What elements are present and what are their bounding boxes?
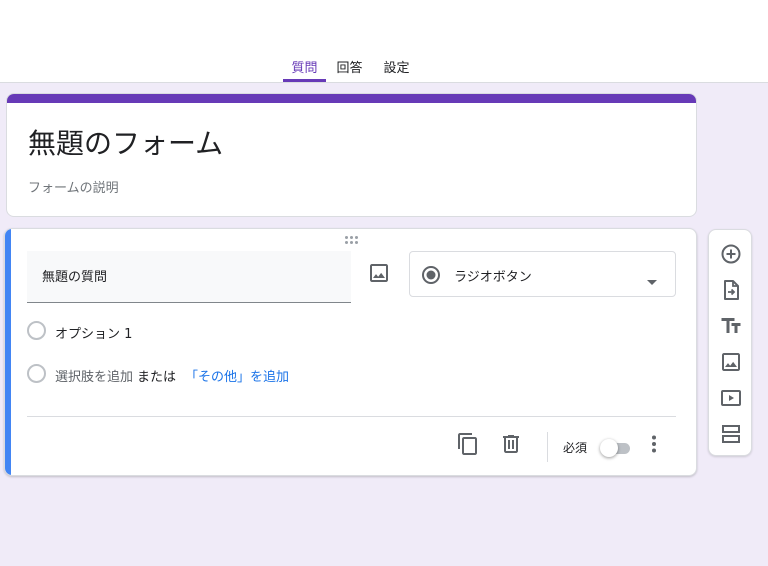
form-description-field[interactable]: フォームの説明 [28, 177, 119, 196]
import-questions-icon[interactable] [719, 278, 743, 302]
copy-icon[interactable] [456, 432, 480, 456]
question-type-label: ラジオボタン [454, 270, 532, 285]
add-option-link[interactable]: 選択肢を追加 [55, 366, 133, 385]
form-accent-bar [7, 94, 696, 103]
option-row: オプション 1 [27, 321, 227, 343]
add-question-icon[interactable] [719, 242, 743, 266]
add-image-icon[interactable] [367, 261, 391, 285]
chevron-down-icon [647, 271, 657, 285]
add-option-row: 選択肢を追加 または 「その他」を追加 [27, 364, 327, 386]
floating-toolbar [708, 229, 752, 456]
add-video-icon[interactable] [719, 386, 743, 410]
form-header-card: 無題のフォーム フォームの説明 [6, 93, 697, 217]
tab-responses[interactable]: 回答 [326, 48, 373, 82]
add-other-link[interactable]: 「その他」を追加 [185, 366, 289, 385]
footer-divider [27, 416, 676, 417]
add-image-icon[interactable] [719, 350, 743, 374]
option-radio-icon [27, 321, 46, 340]
more-vert-icon[interactable] [642, 432, 666, 456]
form-title-field[interactable]: 無題のフォーム [28, 122, 223, 162]
required-label: 必須 [563, 441, 588, 455]
tab-bar: 質問 回答 設定 [283, 48, 420, 82]
add-title-icon[interactable] [719, 314, 743, 338]
top-bar: 質問 回答 設定 [0, 0, 768, 83]
question-card[interactable]: 無題の質問 ラジオボタン オプション 1 選択肢を追加 または 「その他」を追加… [4, 228, 697, 476]
question-title-input[interactable]: 無題の質問 [27, 251, 351, 303]
tab-settings[interactable]: 設定 [373, 48, 420, 82]
delete-icon[interactable] [499, 432, 523, 456]
active-question-indicator [5, 229, 11, 475]
radio-button-icon [421, 265, 441, 285]
add-section-icon[interactable] [719, 422, 743, 446]
add-option-radio-icon [27, 364, 46, 383]
toggle-knob [600, 439, 618, 457]
required-toggle[interactable] [600, 439, 634, 457]
drag-handle-icon[interactable] [345, 236, 361, 244]
option-label[interactable]: オプション 1 [55, 323, 132, 342]
tab-questions[interactable]: 質問 [283, 48, 326, 82]
footer-separator [547, 432, 548, 462]
question-type-dropdown[interactable]: ラジオボタン [409, 251, 676, 297]
or-text: または [137, 370, 177, 385]
